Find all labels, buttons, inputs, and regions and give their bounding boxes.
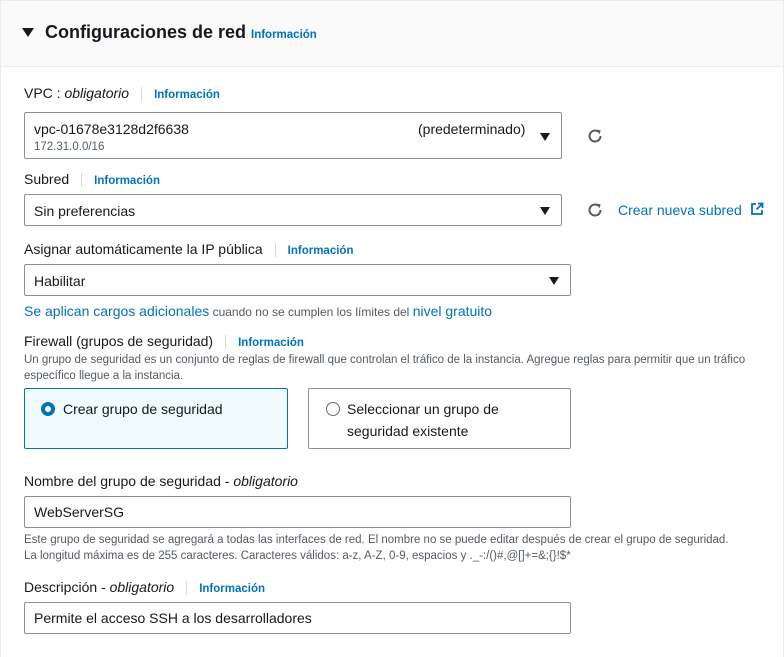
sg-name-help: Este grupo de seguridad se agregará a to… — [24, 534, 729, 562]
charges-note: Se aplican cargos adicionales cuando no … — [24, 303, 492, 319]
sg-name-required: obligatorio — [233, 473, 298, 489]
subnet-label: Subred — [24, 171, 70, 187]
vpc-label-row: VPC : obligatorio Información — [24, 85, 220, 102]
subnet-select[interactable]: Sin preferencias — [24, 194, 562, 226]
sg-name-input[interactable] — [24, 496, 571, 528]
caret-down-icon[interactable] — [22, 28, 34, 37]
vpc-required: obligatorio — [64, 85, 130, 101]
radio-selected-icon[interactable] — [41, 402, 55, 416]
public-ip-info-link[interactable]: Información — [288, 245, 354, 257]
subnet-info-link[interactable]: Información — [94, 175, 160, 187]
select-existing-sg-option[interactable]: Seleccionar un grupo de seguridad existe… — [308, 388, 571, 449]
subnet-label-row: Subred Información — [24, 171, 160, 188]
chevron-down-icon — [549, 277, 559, 285]
sg-name-label-row: Nombre del grupo de seguridad - obligato… — [24, 473, 298, 489]
charges-text: cuando no se cumplen los límites del — [209, 305, 413, 319]
create-subnet-link[interactable]: Crear nueva subred — [618, 202, 742, 218]
external-link-icon — [750, 202, 764, 215]
description-input[interactable] — [24, 602, 571, 634]
public-ip-select[interactable]: Habilitar — [24, 264, 571, 296]
header-info-link[interactable]: Información — [251, 29, 317, 41]
description-label: Descripción — [24, 579, 98, 595]
firewall-description: Un grupo de seguridad es un conjunto de … — [24, 354, 746, 382]
vpc-label: VPC — [24, 85, 53, 101]
network-settings-panel: Configuraciones de red Información VPC :… — [0, 0, 784, 657]
panel-title[interactable]: Configuraciones de red — [45, 22, 246, 43]
vpc-select[interactable]: vpc-01678e3128d2f6638 172.31.0.0/16 (pre… — [24, 112, 562, 159]
firewall-label-row: Firewall (grupos de seguridad) Informació… — [24, 333, 304, 350]
chevron-down-icon — [540, 207, 550, 215]
divider — [186, 581, 188, 596]
charges-link[interactable]: Se aplican cargos adicionales — [24, 303, 209, 319]
divider — [274, 243, 276, 258]
panel-header: Configuraciones de red Información — [1, 0, 783, 67]
description-label-row: Descripción - obligatorio Información — [24, 579, 265, 596]
sg-name-label-separator: - — [220, 473, 234, 489]
chevron-down-icon — [540, 133, 550, 141]
divider — [225, 335, 227, 350]
firewall-label: Firewall (grupos de seguridad) — [24, 333, 214, 349]
create-sg-label: Crear grupo de seguridad — [63, 401, 223, 417]
description-info-link[interactable]: Información — [199, 583, 265, 595]
free-tier-link[interactable]: nivel gratuito — [413, 303, 492, 319]
public-ip-select-value: Habilitar — [34, 273, 86, 289]
vpc-cidr: 172.31.0.0/16 — [34, 141, 105, 153]
refresh-icon[interactable] — [586, 127, 604, 145]
sg-name-label: Nombre del grupo de seguridad — [24, 473, 221, 489]
public-ip-label: Asignar automáticamente la IP pública — [24, 241, 263, 257]
vpc-label-separator: : — [52, 85, 65, 101]
subnet-select-value: Sin preferencias — [34, 203, 136, 219]
divider — [81, 173, 83, 188]
select-existing-sg-label: Seleccionar un grupo de seguridad existe… — [347, 401, 499, 439]
firewall-info-link[interactable]: Información — [238, 337, 304, 349]
description-label-separator: - — [97, 579, 110, 595]
description-required: obligatorio — [109, 579, 175, 595]
vpc-info-link[interactable]: Información — [154, 89, 220, 101]
create-subnet-link-row[interactable]: Crear nueva subred — [618, 202, 764, 218]
refresh-icon[interactable] — [586, 201, 604, 219]
create-sg-option[interactable]: Crear grupo de seguridad — [24, 388, 288, 449]
vpc-select-value: vpc-01678e3128d2f6638 — [34, 121, 189, 137]
vpc-default-tag: (predeterminado) — [418, 121, 526, 137]
public-ip-label-row: Asignar automáticamente la IP pública Inf… — [24, 241, 354, 258]
radio-unselected-icon[interactable] — [326, 402, 340, 416]
divider — [141, 87, 143, 102]
